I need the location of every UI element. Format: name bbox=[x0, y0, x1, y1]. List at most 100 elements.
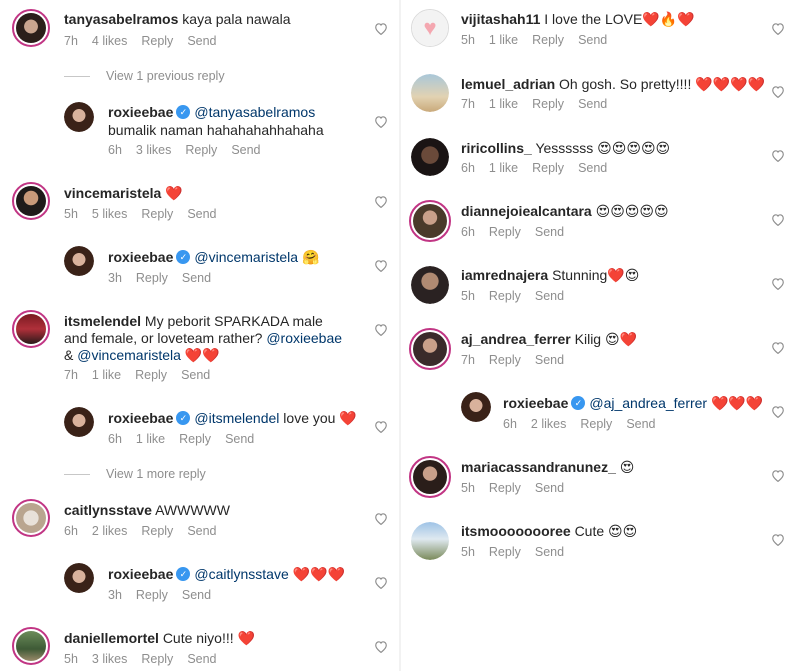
avatar[interactable] bbox=[12, 499, 50, 537]
comment-likes[interactable]: 3 likes bbox=[136, 143, 171, 157]
comment-likes[interactable]: 3 likes bbox=[92, 652, 127, 666]
avatar[interactable] bbox=[12, 9, 50, 47]
comment-likes[interactable]: 1 like bbox=[92, 368, 121, 382]
mention-link[interactable]: @itsmelendel bbox=[194, 410, 279, 426]
comment-username[interactable]: vincemaristela bbox=[64, 185, 161, 201]
reply-button[interactable]: Reply bbox=[489, 353, 521, 367]
comment-likes[interactable]: 4 likes bbox=[92, 34, 127, 48]
comment-username[interactable]: roxieebae bbox=[108, 104, 173, 120]
mention-link[interactable]: @caitlynsstave bbox=[194, 566, 288, 582]
comment-likes[interactable]: 1 like bbox=[489, 161, 518, 175]
avatar[interactable] bbox=[409, 456, 451, 498]
comment-username[interactable]: riricollins_ bbox=[461, 140, 532, 156]
like-heart-icon[interactable] bbox=[374, 420, 388, 433]
reply-button[interactable]: Reply bbox=[489, 225, 521, 239]
comment-username[interactable]: itsmelendel bbox=[64, 313, 141, 329]
send-button[interactable]: Send bbox=[626, 417, 655, 431]
avatar[interactable] bbox=[64, 102, 94, 132]
reply-button[interactable]: Reply bbox=[141, 652, 173, 666]
send-button[interactable]: Send bbox=[187, 524, 216, 538]
like-heart-icon[interactable] bbox=[771, 405, 785, 418]
comment-likes[interactable]: 1 like bbox=[136, 432, 165, 446]
send-button[interactable]: Send bbox=[187, 34, 216, 48]
send-button[interactable]: Send bbox=[535, 545, 564, 559]
like-heart-icon[interactable] bbox=[771, 85, 785, 98]
like-heart-icon[interactable] bbox=[771, 341, 785, 354]
reply-button[interactable]: Reply bbox=[532, 97, 564, 111]
comment-username[interactable]: roxieebae bbox=[108, 566, 173, 582]
send-button[interactable]: Send bbox=[187, 207, 216, 221]
comment-likes[interactable]: 1 like bbox=[489, 97, 518, 111]
send-button[interactable]: Send bbox=[187, 652, 216, 666]
avatar[interactable] bbox=[12, 627, 50, 665]
send-button[interactable]: Send bbox=[535, 481, 564, 495]
like-heart-icon[interactable] bbox=[374, 259, 388, 272]
like-heart-icon[interactable] bbox=[374, 115, 388, 128]
comment-username[interactable]: roxieebae bbox=[503, 395, 568, 411]
send-button[interactable]: Send bbox=[535, 225, 564, 239]
send-button[interactable]: Send bbox=[535, 289, 564, 303]
send-button[interactable]: Send bbox=[181, 368, 210, 382]
comment-username[interactable]: lemuel_adrian bbox=[461, 76, 555, 92]
comment-likes[interactable]: 5 likes bbox=[92, 207, 127, 221]
mention-link[interactable]: @tanyasabelramos bbox=[194, 104, 315, 120]
like-heart-icon[interactable] bbox=[771, 469, 785, 482]
send-button[interactable]: Send bbox=[578, 33, 607, 47]
comment-username[interactable]: diannejoiealcantara bbox=[461, 203, 592, 219]
mention-link[interactable]: @vincemaristela bbox=[194, 249, 298, 265]
comment-username[interactable]: roxieebae bbox=[108, 249, 173, 265]
reply-button[interactable]: Reply bbox=[185, 143, 217, 157]
like-heart-icon[interactable] bbox=[771, 22, 785, 35]
comment-username[interactable]: vijitashah11 bbox=[461, 11, 540, 27]
mention-link[interactable]: @aj_andrea_ferrer bbox=[589, 395, 707, 411]
like-heart-icon[interactable] bbox=[771, 149, 785, 162]
reply-button[interactable]: Reply bbox=[489, 289, 521, 303]
avatar[interactable]: ♥ bbox=[411, 9, 449, 47]
send-button[interactable]: Send bbox=[535, 353, 564, 367]
reply-button[interactable]: Reply bbox=[136, 588, 168, 602]
reply-button[interactable]: Reply bbox=[136, 271, 168, 285]
reply-button[interactable]: Reply bbox=[489, 481, 521, 495]
reply-button[interactable]: Reply bbox=[489, 545, 521, 559]
send-button[interactable]: Send bbox=[225, 432, 254, 446]
mention-link[interactable]: @roxieebae bbox=[266, 330, 342, 346]
avatar[interactable] bbox=[12, 182, 50, 220]
reply-button[interactable]: Reply bbox=[141, 34, 173, 48]
comment-username[interactable]: aj_andrea_ferrer bbox=[461, 331, 571, 347]
reply-button[interactable]: Reply bbox=[179, 432, 211, 446]
like-heart-icon[interactable] bbox=[771, 277, 785, 290]
comment-username[interactable]: daniellemortel bbox=[64, 630, 159, 646]
comment-username[interactable]: caitlynsstave bbox=[64, 502, 152, 518]
send-button[interactable]: Send bbox=[578, 97, 607, 111]
avatar[interactable] bbox=[411, 138, 449, 176]
comment-username[interactable]: roxieebae bbox=[108, 410, 173, 426]
mention-link[interactable]: @vincemaristela bbox=[77, 347, 181, 363]
send-button[interactable]: Send bbox=[578, 161, 607, 175]
comment-username[interactable]: tanyasabelramos bbox=[64, 11, 178, 27]
reply-button[interactable]: Reply bbox=[580, 417, 612, 431]
like-heart-icon[interactable] bbox=[374, 512, 388, 525]
comment-username[interactable]: mariacassandranunez_ bbox=[461, 459, 616, 475]
comment-username[interactable]: iamrednajera bbox=[461, 267, 548, 283]
avatar[interactable] bbox=[409, 328, 451, 370]
send-button[interactable]: Send bbox=[182, 271, 211, 285]
avatar[interactable] bbox=[461, 392, 491, 422]
reply-button[interactable]: Reply bbox=[532, 33, 564, 47]
avatar[interactable] bbox=[409, 200, 451, 242]
view-replies-link[interactable]: View 1 previous reply bbox=[64, 69, 225, 83]
view-replies-link[interactable]: View 1 more reply bbox=[64, 467, 206, 481]
avatar[interactable] bbox=[12, 310, 50, 348]
like-heart-icon[interactable] bbox=[374, 640, 388, 653]
reply-button[interactable]: Reply bbox=[141, 524, 173, 538]
avatar[interactable] bbox=[64, 563, 94, 593]
avatar[interactable] bbox=[411, 522, 449, 560]
avatar[interactable] bbox=[64, 407, 94, 437]
comment-likes[interactable]: 1 like bbox=[489, 33, 518, 47]
comment-username[interactable]: itsmoooooooree bbox=[461, 523, 571, 539]
avatar[interactable] bbox=[411, 266, 449, 304]
like-heart-icon[interactable] bbox=[771, 213, 785, 226]
like-heart-icon[interactable] bbox=[374, 323, 388, 336]
like-heart-icon[interactable] bbox=[374, 576, 388, 589]
reply-button[interactable]: Reply bbox=[141, 207, 173, 221]
reply-button[interactable]: Reply bbox=[135, 368, 167, 382]
